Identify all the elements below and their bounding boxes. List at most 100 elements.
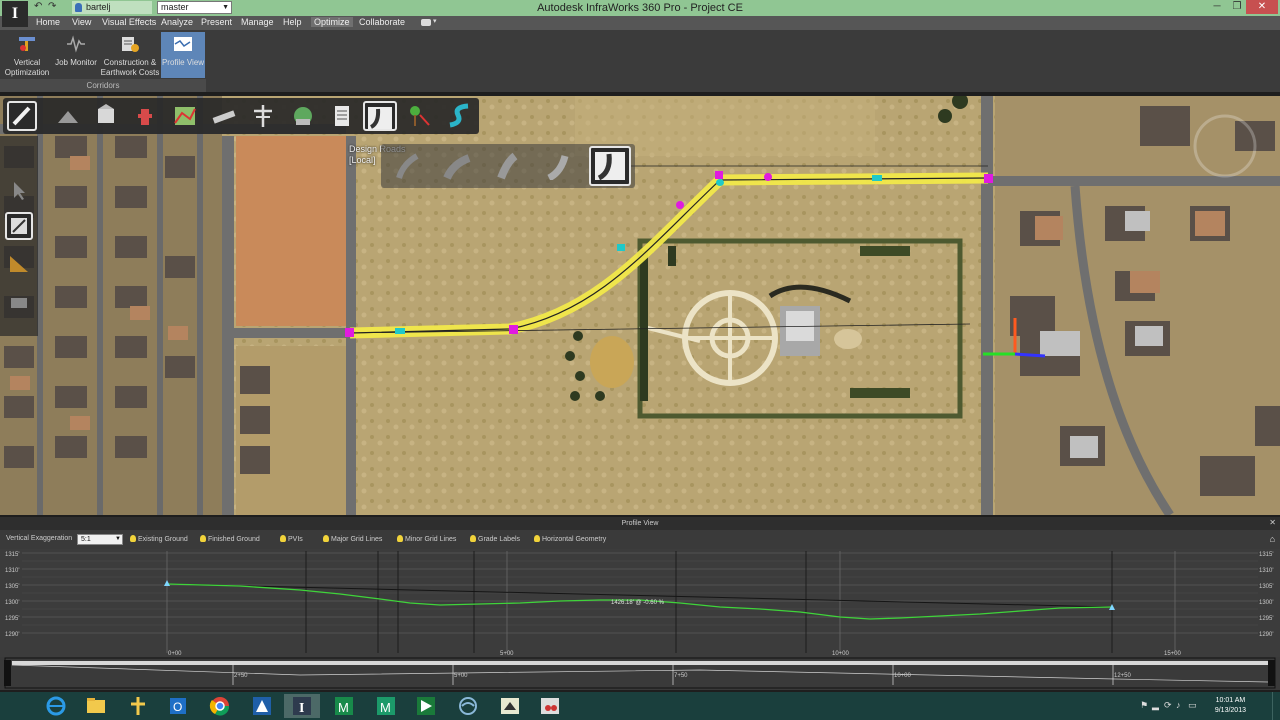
chevron-down-icon[interactable]: ▾	[433, 17, 437, 25]
feature-tool-button[interactable]	[5, 212, 33, 240]
toggle-existing-ground[interactable]: Existing Ground	[130, 535, 188, 543]
vertical-optimization-button[interactable]: Vertical Optimization	[2, 32, 52, 78]
road-type-icon	[396, 153, 419, 179]
taskbar-app[interactable]	[38, 694, 74, 718]
network-status-icon[interactable]: ▂	[1152, 700, 1159, 711]
taskbar-app[interactable]	[78, 694, 114, 718]
measure-tool-button[interactable]	[6, 252, 32, 274]
menu-collaborate[interactable]: Collaborate	[359, 17, 405, 27]
menu-home[interactable]: Home	[36, 17, 60, 27]
design-roads-tool-button[interactable]	[363, 101, 397, 131]
toggle-grade-labels[interactable]: Grade Labels	[470, 535, 520, 543]
job-monitor-button[interactable]: Job Monitor	[53, 32, 99, 78]
road-pivot[interactable]	[764, 173, 772, 181]
flag-icon[interactable]: ⚑	[1140, 700, 1148, 711]
elevation-label: 1295'	[5, 616, 20, 622]
snipping-tool-icon	[541, 698, 559, 714]
app-logo-button[interactable]: I	[2, 1, 28, 27]
taskbar-app[interactable]: O	[160, 694, 196, 718]
road-node[interactable]	[509, 325, 518, 334]
navisworks-icon	[417, 697, 435, 715]
construction-earthwork-costs-button[interactable]: Construction & Earthwork Costs	[100, 32, 160, 78]
profile-graph[interactable]: 1426.18' @ -0.60 % 1315' 1310' 1305' 130…	[0, 549, 1280, 689]
city-furniture-tool-button[interactable]	[130, 101, 160, 131]
taskbar-app[interactable]	[408, 694, 444, 718]
close-button[interactable]: ✕	[1246, 0, 1278, 14]
show-desktop-button[interactable]	[1272, 692, 1280, 720]
menu-manage[interactable]: Manage	[241, 17, 274, 27]
globe-icon	[294, 107, 312, 125]
menu-visual-effects[interactable]: Visual Effects	[102, 17, 156, 27]
menu-help[interactable]: Help	[283, 17, 302, 27]
clock[interactable]: 10:01 AM 9/13/2013	[1215, 696, 1246, 716]
road-type-option-selected[interactable]	[589, 146, 631, 186]
utilities-tool-button[interactable]	[248, 101, 278, 131]
start-button[interactable]	[0, 692, 30, 720]
road-type-option[interactable]	[393, 152, 423, 180]
documents-tool-button[interactable]	[327, 101, 357, 131]
road-midpoint[interactable]	[395, 328, 405, 334]
vertical-exaggeration-select[interactable]: 5:1 ▼	[77, 534, 123, 545]
network-icon	[459, 697, 477, 715]
pipelines-tool-button[interactable]	[209, 101, 239, 131]
road-type-option[interactable]	[543, 152, 573, 182]
panel-close-button[interactable]: ✕	[1269, 518, 1276, 527]
menu-analyze[interactable]: Analyze	[161, 17, 193, 27]
minimize-button[interactable]: ─	[1206, 0, 1228, 14]
land-areas-tool-button[interactable]	[170, 101, 200, 131]
road-type-option[interactable]	[493, 152, 523, 180]
taskbar-app[interactable]	[120, 694, 156, 718]
profile-view-button[interactable]: Profile View	[161, 32, 205, 78]
select-tool-button[interactable]	[6, 180, 32, 202]
maximize-button[interactable]: ❐	[1226, 0, 1248, 14]
taskbar-app[interactable]	[202, 694, 238, 718]
toggle-major-grid-lines[interactable]: Major Grid Lines	[323, 535, 382, 543]
volume-icon[interactable]: ♪	[1176, 700, 1181, 710]
toggle-finished-ground[interactable]: Finished Ground	[200, 535, 260, 543]
toggle-pvis[interactable]: PVIs	[280, 535, 303, 543]
menu-present[interactable]: Present	[201, 17, 232, 27]
file-explorer-icon	[87, 698, 105, 713]
road-midpoint[interactable]	[617, 244, 625, 251]
scrubber-right-handle[interactable]	[1268, 660, 1275, 686]
taskbar-app[interactable]	[532, 694, 568, 718]
menu-optimize[interactable]: Optimize	[311, 17, 353, 27]
toggle-horizontal-geometry[interactable]: Horizontal Geometry	[534, 535, 606, 543]
trees-tool-button[interactable]	[404, 101, 434, 131]
layers-tool-button[interactable]	[6, 292, 32, 314]
elevation-label: 1300'	[1259, 600, 1274, 606]
input-icon[interactable]: ▭	[1188, 700, 1197, 711]
svg-text:M: M	[380, 700, 391, 715]
taskbar-app[interactable]: M	[368, 694, 404, 718]
road-node[interactable]	[345, 328, 354, 337]
map3d-icon: M	[377, 697, 395, 715]
terrain-tool-button[interactable]	[53, 101, 83, 131]
taskbar-app[interactable]	[492, 694, 528, 718]
toggle-minor-grid-lines[interactable]: Minor Grid Lines	[397, 535, 456, 543]
taskbar-app[interactable]	[450, 694, 486, 718]
scrubber-station-label: 10+00	[894, 673, 912, 679]
buildings-tool-button[interactable]	[91, 101, 121, 131]
earthwork-costs-label-2: Earthwork Costs	[100, 68, 160, 77]
road-type-option[interactable]	[443, 152, 473, 180]
taskbar-app[interactable]	[244, 694, 280, 718]
road-midpoint[interactable]	[872, 175, 882, 181]
road-pivot[interactable]	[676, 201, 684, 209]
rivers-tool-button[interactable]	[444, 101, 474, 131]
taskbar-app[interactable]: I	[284, 694, 320, 718]
scrubber-left-handle[interactable]	[4, 660, 11, 686]
road-node[interactable]	[984, 174, 993, 183]
water-tool-button[interactable]	[288, 101, 318, 131]
taskbar-app[interactable]: M	[326, 694, 362, 718]
lightbulb-icon	[470, 535, 476, 542]
document-icon	[335, 106, 349, 126]
road-node[interactable]	[715, 171, 723, 179]
road-midpoint[interactable]	[716, 179, 724, 186]
sync-icon[interactable]: ⟳	[1164, 700, 1172, 711]
home-icon[interactable]: ⌂	[1270, 534, 1275, 544]
menu-view[interactable]: View	[72, 17, 91, 27]
sketch-tool-button[interactable]	[7, 101, 37, 131]
vertical-exaggeration-label: Vertical Exaggeration	[6, 535, 73, 542]
video-icon[interactable]	[421, 19, 431, 26]
model-viewport[interactable]: Design Roads [Local]	[0, 96, 1280, 515]
